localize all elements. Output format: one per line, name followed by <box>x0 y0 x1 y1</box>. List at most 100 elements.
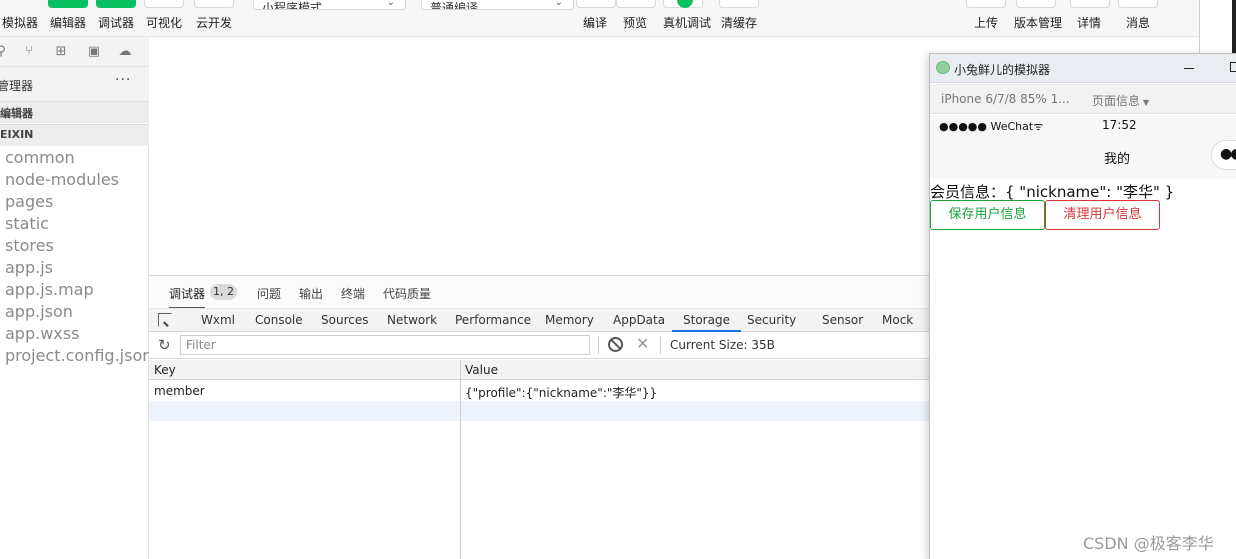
clear-all-icon[interactable] <box>608 337 623 352</box>
device-select[interactable]: iPhone 6/7/8 85% 1... <box>941 92 1070 106</box>
storage-value-cell: {"profile":{"nickname":"李华"}} <box>465 386 658 400</box>
code-editor-area[interactable] <box>149 37 930 275</box>
column-divider[interactable] <box>460 360 461 559</box>
docker-icon[interactable]: ☁ <box>118 45 132 59</box>
page-info-select[interactable]: 页面信息 ▼ <box>1092 92 1149 109</box>
version-label: 版本管理 <box>1014 16 1063 30</box>
search-icon[interactable]: ⚲ <box>0 45 8 59</box>
extensions-icon[interactable]: ⊞ <box>54 45 68 59</box>
carrier-label: ●●●●● WeChatᯤ <box>939 119 1043 134</box>
value-column-header[interactable]: Value <box>465 363 498 377</box>
tab-console[interactable]: Console <box>255 313 303 327</box>
activity-bar: ⚲ ⑂ ⊞ ▣ ☁ <box>0 37 149 67</box>
source-control-icon[interactable]: ⑂ <box>22 45 36 59</box>
explorer-title: 管理器 <box>0 79 34 93</box>
compile-select[interactable]: 普通编译 ⌄ <box>421 0 574 10</box>
page-info-label: 页面信息 <box>1092 94 1141 108</box>
refresh-icon <box>576 0 616 8</box>
tab-terminal[interactable]: 终端 <box>341 285 365 302</box>
table-row-empty[interactable] <box>149 401 930 421</box>
tab-sources[interactable]: Sources <box>321 313 368 327</box>
phone-nav-bar: 我的 ●● <box>930 135 1236 179</box>
project-section[interactable]: EIXIN <box>0 124 149 146</box>
tab-debugger[interactable]: 调试器 <box>169 285 206 309</box>
eye-icon <box>616 0 656 8</box>
open-editors-section[interactable]: 编辑器 <box>0 101 149 123</box>
main-toolbar: 模拟器 编辑器 调试器 可视化 云开发 小程序模式 ⌄ 普通编译 ⌄ 编译 预览… <box>0 0 1236 37</box>
clear-user-button[interactable]: 清理用户信息 <box>1045 200 1160 230</box>
table-header: Key Value <box>149 360 930 380</box>
background-window-edge <box>1199 0 1236 53</box>
toolbar-divider <box>598 336 599 354</box>
file-tree-item[interactable]: app.js.map <box>5 279 152 301</box>
details-label: 详情 <box>1077 16 1102 30</box>
tab-wxml[interactable]: Wxml <box>201 313 235 327</box>
tab-memory[interactable]: Memory <box>545 313 594 327</box>
tab-storage[interactable]: Storage <box>672 313 741 332</box>
chevron-down-icon: ⌄ <box>554 0 563 8</box>
app-logo-icon <box>936 61 950 74</box>
file-tree-item[interactable]: static <box>5 213 152 235</box>
carrier-text: ●●●●● WeChat <box>939 120 1034 133</box>
save-icon[interactable]: ▣ <box>87 45 101 59</box>
more-icon[interactable]: ··· <box>115 72 131 88</box>
storage-toolbar: ↻ ✕ Current Size: 35B <box>149 332 930 359</box>
branch-icon <box>1016 0 1056 8</box>
debugger-panel: 调试器 1, 2 问题 输出 终端 代码质量 Wxml Console Sour… <box>149 275 930 559</box>
simulator-titlebar[interactable]: 小兔鲜儿的模拟器 <box>930 54 1236 83</box>
simulator-toggle-label: 模拟器 <box>2 16 39 30</box>
visual-toggle-label: 可视化 <box>146 16 183 30</box>
remote-debug-label: 真机调试 <box>663 16 712 30</box>
devtools-panel-tabs: Wxml Console Sources Network Performance… <box>149 308 930 332</box>
current-size-label: Current Size: 35B <box>670 338 775 352</box>
save-user-button[interactable]: 保存用户信息 <box>930 200 1045 230</box>
compile-label: 编译 <box>583 16 608 30</box>
file-tree-item[interactable]: app.json <box>5 301 152 323</box>
file-tree-item[interactable]: project.config.json <box>5 345 152 367</box>
preview-label: 预览 <box>623 16 648 30</box>
debugger-tab-bar: 调试器 1, 2 问题 输出 终端 代码质量 <box>149 276 930 309</box>
tab-code-quality[interactable]: 代码质量 <box>383 285 431 302</box>
wifi-icon: ᯤ <box>1033 120 1044 133</box>
simulator-title: 小兔鲜儿的模拟器 <box>954 63 1051 77</box>
error-count-badge: 1, 2 <box>210 284 237 300</box>
file-tree-item[interactable]: node-modules <box>5 169 152 191</box>
tab-security[interactable]: Security <box>747 313 796 327</box>
tab-performance[interactable]: Performance <box>455 313 531 327</box>
mode-select[interactable]: 小程序模式 ⌄ <box>253 0 406 10</box>
table-row[interactable]: member {"profile":{"nickname":"李华"}} <box>149 381 930 401</box>
tab-network[interactable]: Network <box>387 313 437 327</box>
tab-output[interactable]: 输出 <box>299 285 323 302</box>
delete-icon[interactable]: ✕ <box>636 334 649 353</box>
more-dots-icon: ●● <box>1220 146 1236 162</box>
editor-toggle-label: 编辑器 <box>50 16 87 30</box>
phone-screen: ●●●●● WeChatᯤ 17:52 我的 ●● 会员信息：{ "nickna… <box>930 115 1236 559</box>
code-icon <box>48 0 88 8</box>
maximize-icon[interactable] <box>1230 62 1236 72</box>
file-tree: common node-modules pages static stores … <box>5 147 152 367</box>
details-icon <box>1070 0 1110 8</box>
explorer-header: 管理器 ··· <box>0 67 149 101</box>
minimize-icon[interactable] <box>1184 68 1194 69</box>
bug-icon <box>96 0 136 8</box>
file-tree-item[interactable]: common <box>5 147 152 169</box>
inspect-element-icon[interactable] <box>158 313 172 327</box>
key-column-header[interactable]: Key <box>154 363 176 377</box>
capsule-menu-button[interactable]: ●● <box>1211 140 1236 170</box>
tab-problems[interactable]: 问题 <box>257 285 281 302</box>
filter-input[interactable] <box>180 335 590 355</box>
file-tree-item[interactable]: pages <box>5 191 152 213</box>
file-tree-item[interactable]: app.wxss <box>5 323 152 345</box>
tab-sensor[interactable]: Sensor <box>822 313 863 327</box>
upload-label: 上传 <box>974 16 999 30</box>
cloud-dev-label: 云开发 <box>196 16 233 30</box>
file-tree-item[interactable]: app.js <box>5 257 152 279</box>
tab-appdata[interactable]: AppData <box>613 313 665 327</box>
upload-icon <box>966 0 1006 8</box>
file-tree-item[interactable]: stores <box>5 235 152 257</box>
clear-cache-label: 清缓存 <box>721 16 758 30</box>
compile-select-value: 普通编译 <box>430 1 479 10</box>
refresh-icon[interactable]: ↻ <box>158 336 171 354</box>
tab-mock[interactable]: Mock <box>882 313 913 327</box>
nav-title: 我的 <box>1104 152 1131 167</box>
